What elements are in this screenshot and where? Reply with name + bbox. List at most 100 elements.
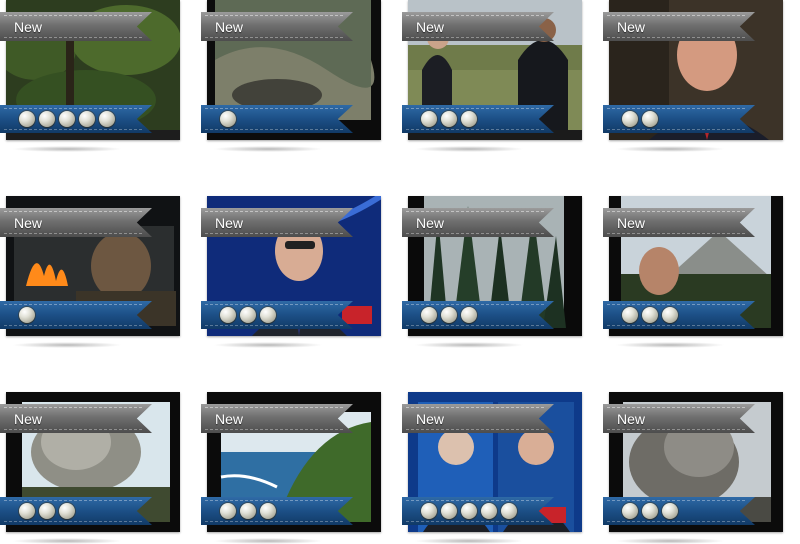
new-badge-label: New: [14, 215, 43, 231]
video-card[interactable]: New: [201, 392, 381, 544]
coin-icon: [622, 307, 638, 323]
new-badge-label: New: [416, 215, 445, 231]
new-ribbon: New: [201, 404, 353, 433]
rating-ribbon: [603, 301, 755, 329]
coin-icon: [441, 503, 457, 519]
coin-icon: [662, 307, 678, 323]
new-badge-label: New: [215, 215, 244, 231]
coin-icon: [642, 503, 658, 519]
rating-coins: [622, 111, 658, 127]
rating-ribbon: [402, 497, 554, 525]
video-card[interactable]: New: [402, 392, 582, 544]
coin-icon: [240, 307, 256, 323]
new-badge-label: New: [416, 19, 445, 35]
rating-ribbon: [402, 105, 554, 133]
new-badge-label: New: [617, 215, 646, 231]
video-card[interactable]: New: [201, 196, 381, 348]
coin-icon: [260, 307, 276, 323]
video-card[interactable]: New: [0, 196, 180, 348]
new-badge-label: New: [215, 411, 244, 427]
new-ribbon: New: [402, 12, 554, 41]
rating-coins: [220, 503, 276, 519]
card-shadow: [213, 538, 323, 544]
video-card[interactable]: New: [0, 0, 180, 152]
new-ribbon: New: [0, 12, 152, 41]
coin-icon: [461, 503, 477, 519]
new-badge-label: New: [617, 411, 646, 427]
video-grid: New New New New New New New New New New New New: [0, 0, 800, 544]
coin-icon: [99, 111, 115, 127]
coin-icon: [481, 503, 497, 519]
rating-ribbon: [0, 497, 152, 525]
card-shadow: [615, 342, 725, 348]
coin-icon: [642, 307, 658, 323]
video-card[interactable]: New: [0, 392, 180, 544]
video-card[interactable]: New: [402, 196, 582, 348]
video-card[interactable]: New: [603, 196, 783, 348]
card-shadow: [414, 538, 524, 544]
rating-coins: [19, 111, 115, 127]
coin-icon: [39, 111, 55, 127]
rating-coins: [421, 111, 477, 127]
coin-icon: [441, 307, 457, 323]
card-shadow: [12, 538, 122, 544]
rating-ribbon: [603, 105, 755, 133]
card-shadow: [414, 146, 524, 152]
card-shadow: [12, 146, 122, 152]
card-shadow: [615, 538, 725, 544]
coin-icon: [622, 503, 638, 519]
rating-ribbon: [402, 301, 554, 329]
rating-coins: [421, 307, 477, 323]
new-ribbon: New: [603, 404, 755, 433]
rating-ribbon: [0, 301, 152, 329]
new-ribbon: New: [603, 12, 755, 41]
video-card[interactable]: New: [603, 0, 783, 152]
coin-icon: [220, 307, 236, 323]
coin-icon: [240, 503, 256, 519]
new-ribbon: New: [0, 404, 152, 433]
new-ribbon: New: [402, 208, 554, 237]
new-ribbon: New: [603, 208, 755, 237]
coin-icon: [39, 503, 55, 519]
rating-coins: [421, 503, 517, 519]
card-shadow: [12, 342, 122, 348]
coin-icon: [220, 503, 236, 519]
new-badge-label: New: [416, 411, 445, 427]
rating-coins: [220, 111, 236, 127]
rating-ribbon: [201, 301, 353, 329]
card-shadow: [414, 342, 524, 348]
video-card[interactable]: New: [201, 0, 381, 152]
rating-ribbon: [201, 105, 353, 133]
coin-icon: [19, 503, 35, 519]
coin-icon: [461, 111, 477, 127]
coin-icon: [421, 503, 437, 519]
rating-ribbon: [603, 497, 755, 525]
coin-icon: [59, 111, 75, 127]
new-ribbon: New: [201, 208, 353, 237]
video-card[interactable]: New: [603, 392, 783, 544]
new-badge-label: New: [617, 19, 646, 35]
rating-coins: [622, 503, 678, 519]
new-badge-label: New: [215, 19, 244, 35]
coin-icon: [662, 503, 678, 519]
card-shadow: [213, 342, 323, 348]
new-ribbon: New: [0, 208, 152, 237]
new-badge-label: New: [14, 411, 43, 427]
card-shadow: [615, 146, 725, 152]
coin-icon: [421, 111, 437, 127]
coin-icon: [19, 307, 35, 323]
rating-ribbon: [201, 497, 353, 525]
coin-icon: [642, 111, 658, 127]
rating-ribbon: [0, 105, 152, 133]
rating-coins: [220, 307, 276, 323]
card-shadow: [213, 146, 323, 152]
new-badge-label: New: [14, 19, 43, 35]
coin-icon: [441, 111, 457, 127]
coin-icon: [501, 503, 517, 519]
coin-icon: [622, 111, 638, 127]
coin-icon: [19, 111, 35, 127]
video-card[interactable]: New: [402, 0, 582, 152]
coin-icon: [260, 503, 276, 519]
coin-icon: [461, 307, 477, 323]
rating-coins: [19, 307, 35, 323]
